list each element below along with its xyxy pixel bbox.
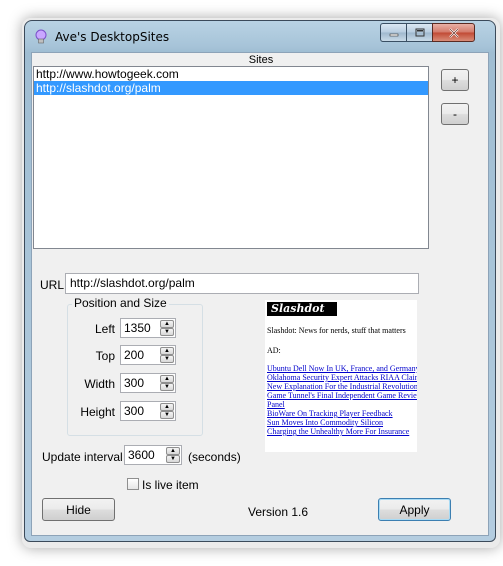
width-value: 300 [124, 376, 145, 390]
spin-up-icon[interactable]: ▲ [166, 447, 180, 455]
spin-down-icon[interactable]: ▼ [160, 328, 174, 336]
spin-down-icon[interactable]: ▼ [160, 355, 174, 363]
maximize-icon [415, 28, 424, 37]
spin-down-icon[interactable]: ▼ [166, 455, 180, 463]
preview-link[interactable]: Panel [267, 400, 285, 409]
left-value: 1350 [124, 321, 151, 335]
window-title: Ave's DesktopSites [55, 30, 170, 44]
app-window: Ave's DesktopSites Sites http://www.howt… [24, 20, 496, 542]
preview-link[interactable]: Game Tunnel's Final Independent Game Rev… [267, 391, 417, 400]
top-stepper[interactable]: 200 ▲ ▼ [120, 345, 176, 365]
live-item-checkbox[interactable] [127, 478, 139, 490]
minimize-icon [389, 33, 398, 36]
add-site-button[interactable]: + [441, 69, 469, 91]
height-value: 300 [124, 404, 145, 418]
width-spinner[interactable]: ▲ ▼ [160, 375, 174, 391]
left-label: Left [94, 322, 115, 336]
height-label: Height [80, 405, 115, 419]
live-item-label: Is live item [142, 478, 199, 492]
client-area: Sites http://www.howtogeek.com http://sl… [31, 52, 489, 536]
list-item-selected[interactable]: http://slashdot.org/palm [34, 81, 428, 95]
preview-link[interactable]: Charging the Unhealthy More For Insuranc… [267, 427, 409, 436]
spin-down-icon[interactable]: ▼ [160, 383, 174, 391]
preview-link[interactable]: Ubuntu Dell Now In UK, France, and Germa… [267, 364, 417, 373]
update-interval-stepper[interactable]: 3600 ▲ ▼ [124, 445, 182, 465]
preview-ad-label: AD: [267, 346, 281, 355]
top-spinner[interactable]: ▲ ▼ [160, 347, 174, 363]
update-interval-value: 3600 [128, 448, 155, 462]
height-spinner[interactable]: ▲ ▼ [160, 403, 174, 419]
spin-up-icon[interactable]: ▲ [160, 320, 174, 328]
width-stepper[interactable]: 300 ▲ ▼ [120, 373, 176, 393]
sites-listbox[interactable]: http://www.howtogeek.com http://slashdot… [33, 66, 429, 249]
update-interval-spinner[interactable]: ▲ ▼ [166, 447, 180, 463]
slashdot-logo: Slashdot [267, 302, 337, 316]
width-label: Width [84, 377, 115, 391]
sites-label: Sites [248, 54, 274, 66]
hide-button[interactable]: Hide [42, 498, 115, 521]
site-preview: Slashdot Slashdot: News for nerds, stuff… [265, 300, 417, 452]
remove-site-button[interactable]: - [441, 103, 469, 125]
close-icon [448, 27, 459, 38]
preview-link[interactable]: Sun Moves Into Commodity Silicon [267, 418, 383, 427]
update-interval-label: Update interval [42, 450, 123, 464]
left-spinner[interactable]: ▲ ▼ [160, 320, 174, 336]
url-label: URL [40, 278, 65, 292]
preview-headline: Slashdot: News for nerds, stuff that mat… [267, 326, 406, 335]
spin-down-icon[interactable]: ▼ [160, 411, 174, 419]
maximize-button[interactable] [406, 23, 432, 42]
spin-up-icon[interactable]: ▲ [160, 375, 174, 383]
version-label: Version 1.6 [248, 505, 309, 519]
close-button[interactable] [432, 23, 475, 42]
preview-link[interactable]: BioWare On Tracking Player Feedback [267, 409, 393, 418]
caption-buttons [380, 23, 475, 42]
spin-up-icon[interactable]: ▲ [160, 403, 174, 411]
top-label: Top [95, 349, 115, 363]
left-stepper[interactable]: 1350 ▲ ▼ [120, 318, 176, 338]
seconds-unit-label: (seconds) [188, 450, 241, 464]
lightbulb-icon [35, 29, 47, 44]
preview-link[interactable]: New Explanation For the Industrial Revol… [267, 382, 417, 391]
top-value: 200 [124, 348, 145, 362]
url-input[interactable]: http://slashdot.org/palm [65, 273, 419, 294]
height-stepper[interactable]: 300 ▲ ▼ [120, 401, 176, 421]
preview-link[interactable]: Oklahoma Security Expert Attacks RIAA Cl… [267, 373, 417, 382]
position-size-title: Position and Size [72, 296, 169, 310]
title-bar[interactable]: Ave's DesktopSites [25, 21, 495, 51]
list-item[interactable]: http://www.howtogeek.com [34, 67, 428, 81]
minimize-button[interactable] [380, 23, 406, 42]
apply-button[interactable]: Apply [378, 498, 451, 521]
spin-up-icon[interactable]: ▲ [160, 347, 174, 355]
